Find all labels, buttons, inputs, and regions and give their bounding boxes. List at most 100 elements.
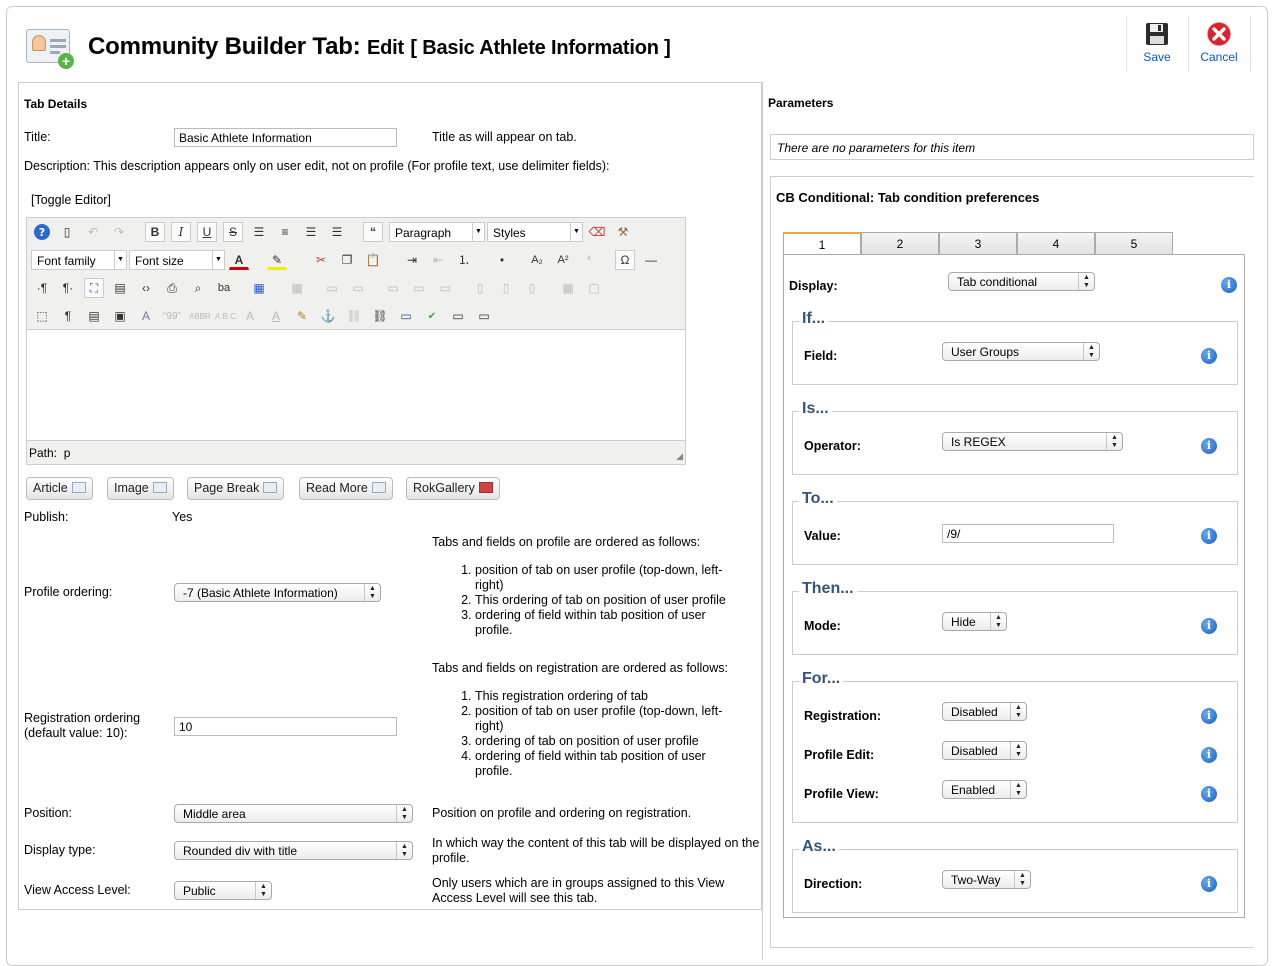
undo-icon[interactable]: ↶ xyxy=(83,222,103,242)
split-cells-icon[interactable]: ▦ xyxy=(558,278,578,298)
justify-icon[interactable]: ☰ xyxy=(249,222,269,242)
help-icon[interactable]: ? xyxy=(32,222,52,242)
indent-icon[interactable]: ⇥ xyxy=(402,250,422,270)
profile-ordering-select[interactable]: -7 (Basic Athlete Information) ▲ ▼ xyxy=(174,583,381,602)
align-left-icon[interactable]: ☰ xyxy=(301,222,321,242)
row-props-icon[interactable]: ▭ xyxy=(322,278,342,298)
insert-layer-icon[interactable]: ▤ xyxy=(84,306,104,326)
info-icon[interactable]: i xyxy=(1201,438,1217,454)
tab-4[interactable]: 4 xyxy=(1017,232,1095,254)
visual-aid-icon[interactable]: ⬚ xyxy=(32,306,52,326)
font-size-select[interactable]: Font size ▼ xyxy=(129,250,225,270)
anchor-icon[interactable]: ⚓ xyxy=(318,306,338,326)
redo-icon[interactable]: ↷ xyxy=(109,222,129,242)
registration-select[interactable]: Disabled ▲ ▼ xyxy=(942,702,1027,721)
mode-select[interactable]: Hide ▲ ▼ xyxy=(942,612,1007,631)
replace-icon[interactable]: ba xyxy=(214,278,234,298)
spellcheck-icon[interactable]: ✔ xyxy=(422,306,442,326)
col-before-icon[interactable]: ▯ xyxy=(470,278,490,298)
fullscreen-icon[interactable]: ⛶ xyxy=(84,278,104,298)
insert-template-icon[interactable]: ▤ xyxy=(110,278,130,298)
underline-icon[interactable]: U xyxy=(197,222,217,242)
tab-5[interactable]: 5 xyxy=(1095,232,1173,254)
subscript-icon[interactable]: A₂ xyxy=(527,250,547,270)
col-delete-icon[interactable]: ▯ xyxy=(522,278,542,298)
tab-1[interactable]: 1 xyxy=(783,232,861,255)
display-type-select[interactable]: Rounded div with title ▲ ▼ xyxy=(174,841,413,860)
show-blocks-icon[interactable]: ¶ xyxy=(58,306,78,326)
merge-cells-icon[interactable]: ▢ xyxy=(584,278,604,298)
article-button[interactable]: Article xyxy=(26,477,93,500)
access-select[interactable]: Public ▲ ▼ xyxy=(174,881,272,900)
row-before-icon[interactable]: ▭ xyxy=(383,278,403,298)
find-icon[interactable]: ⌕ xyxy=(188,278,208,298)
bold-icon[interactable]: B xyxy=(145,222,165,242)
style-props-icon[interactable]: A xyxy=(136,306,156,326)
info-icon[interactable]: i xyxy=(1201,708,1217,724)
format-select[interactable]: Paragraph ▼ xyxy=(389,222,485,242)
info-icon[interactable]: i xyxy=(1201,786,1217,802)
bullet-list-icon[interactable]: • xyxy=(492,250,512,270)
read-more-button[interactable]: Read More xyxy=(299,477,393,500)
cancel-button[interactable]: Cancel xyxy=(1188,16,1250,72)
info-icon[interactable]: i xyxy=(1201,876,1217,892)
absolute-icon[interactable]: ▣ xyxy=(110,306,130,326)
new-document-icon[interactable]: ▯ xyxy=(57,222,77,242)
insert-text-icon[interactable]: A xyxy=(266,306,286,326)
acronym-icon[interactable]: A.B.C. xyxy=(214,306,238,326)
page-break-button[interactable]: Page Break xyxy=(187,477,285,500)
italic-icon[interactable]: I xyxy=(171,222,191,242)
field-select[interactable]: User Groups ▲ ▼ xyxy=(942,342,1100,361)
strikethrough-icon[interactable]: S xyxy=(223,222,243,242)
align-right-icon[interactable]: ☰ xyxy=(327,222,347,242)
table-icon[interactable]: ▦ xyxy=(249,278,269,298)
link-icon[interactable]: ⛓ xyxy=(370,306,390,326)
cut-icon[interactable]: ✂ xyxy=(311,250,331,270)
superscript-icon[interactable]: A² xyxy=(553,250,573,270)
text-color-icon[interactable]: A xyxy=(229,250,249,270)
align-center-icon[interactable]: ≡ xyxy=(275,222,295,242)
blockquote-icon[interactable]: “ xyxy=(363,222,383,242)
delete-text-icon[interactable]: A xyxy=(240,306,260,326)
toggle-editor-link[interactable]: [Toggle Editor] xyxy=(31,193,111,207)
insert-image-icon[interactable]: ▭ xyxy=(396,306,416,326)
cell-props-icon[interactable]: ▭ xyxy=(348,278,368,298)
paste-icon[interactable]: 📋 xyxy=(363,250,383,270)
profile-edit-select[interactable]: Disabled ▲ ▼ xyxy=(942,741,1027,760)
highlight-color-icon[interactable]: ✎ xyxy=(267,250,287,270)
rokgallery-button[interactable]: RokGallery xyxy=(406,477,500,500)
tab-2[interactable]: 2 xyxy=(861,232,939,254)
outdent-icon[interactable]: ⇤ xyxy=(428,250,448,270)
info-icon[interactable]: i xyxy=(1221,277,1237,293)
save-button[interactable]: Save xyxy=(1126,16,1188,72)
reg-ordering-input[interactable]: 10 xyxy=(174,717,397,736)
abbr-icon[interactable]: ABBR xyxy=(188,306,211,326)
text-direction-icon[interactable]: ª xyxy=(579,250,599,270)
horizontal-rule-icon[interactable]: — xyxy=(641,250,661,270)
title-input[interactable]: Basic Athlete Information xyxy=(174,128,397,147)
copy-icon[interactable]: ❐ xyxy=(337,250,357,270)
row-delete-icon[interactable]: ▭ xyxy=(435,278,455,298)
resize-handle-icon[interactable]: ◢ xyxy=(676,451,683,462)
font-family-select[interactable]: Font family ▼ xyxy=(31,250,127,270)
value-input[interactable]: /9/ xyxy=(942,524,1114,543)
info-icon[interactable]: i xyxy=(1201,528,1217,544)
insert-media-icon[interactable]: ▭ xyxy=(448,306,468,326)
styles-select[interactable]: Styles ▼ xyxy=(487,222,583,242)
position-select[interactable]: Middle area ▲ ▼ xyxy=(174,804,413,823)
print-icon[interactable]: ⎙ xyxy=(162,278,182,298)
html-source-icon[interactable]: ‹› xyxy=(136,278,156,298)
display-select[interactable]: Tab conditional ▲ ▼ xyxy=(948,272,1095,291)
editor-content-area[interactable] xyxy=(27,330,685,440)
table-delete-icon[interactable]: ▦ xyxy=(287,278,307,298)
page-break-icon[interactable]: ▭ xyxy=(474,306,494,326)
rtl-icon[interactable]: ¶· xyxy=(58,278,78,298)
ltr-icon[interactable]: ·¶ xyxy=(32,278,52,298)
col-after-icon[interactable]: ▯ xyxy=(496,278,516,298)
special-char-icon[interactable]: Ω xyxy=(615,250,635,270)
row-after-icon[interactable]: ▭ xyxy=(409,278,429,298)
profile-view-select[interactable]: Enabled ▲ ▼ xyxy=(942,780,1027,799)
cleanup-brush-icon[interactable]: ⚒ xyxy=(613,222,633,242)
info-icon[interactable]: i xyxy=(1201,348,1217,364)
eraser-icon[interactable]: ⌫ xyxy=(587,222,607,242)
